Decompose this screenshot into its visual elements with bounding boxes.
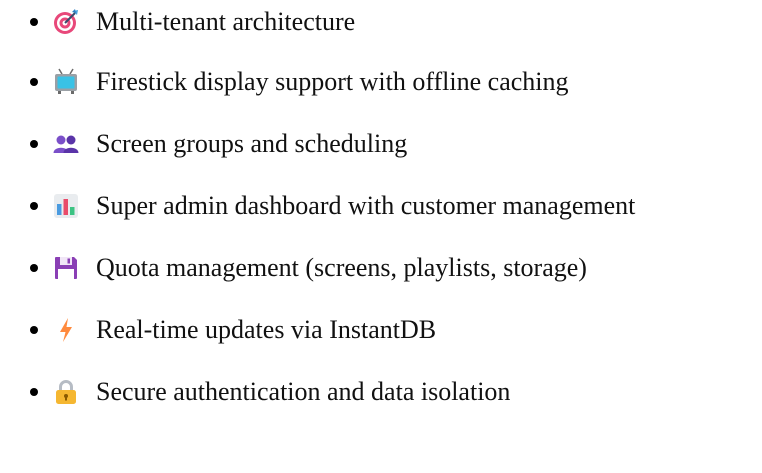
list-item: Super admin dashboard with customer mana…: [0, 186, 762, 226]
feature-label: Secure authentication and data isolation: [96, 377, 511, 406]
padlock-icon: [52, 378, 80, 406]
users-group-icon: [52, 130, 80, 158]
list-item: Firestick display support with offline c…: [0, 62, 762, 102]
list-item: Screen groups and scheduling: [0, 124, 762, 164]
feature-label: Screen groups and scheduling: [96, 129, 408, 158]
feature-label: Firestick display support with offline c…: [96, 67, 569, 96]
list-item: Secure authentication and data isolation: [0, 372, 762, 412]
feature-label: Multi-tenant architecture: [96, 7, 356, 36]
bullet-dot: [30, 264, 38, 272]
bullet-dot: [30, 388, 38, 396]
list-item: Multi-tenant architecture: [0, 2, 762, 42]
list-item: Quota management (screens, playlists, st…: [0, 248, 762, 288]
floppy-disk-icon: [52, 254, 80, 282]
page: { "features": [ { "icon": "dart-target-i…: [0, 0, 762, 473]
lightning-bolt-icon: [52, 316, 80, 344]
television-icon: [52, 68, 80, 96]
feature-label: Real-time updates via InstantDB: [96, 315, 437, 344]
feature-label: Quota management (screens, playlists, st…: [96, 253, 587, 282]
dart-target-icon: [52, 8, 80, 36]
bar-chart-icon: [52, 192, 80, 220]
bullet-dot: [30, 140, 38, 148]
bullet-dot: [30, 202, 38, 210]
bullet-dot: [30, 326, 38, 334]
feature-label: Super admin dashboard with customer mana…: [96, 191, 636, 220]
bullet-dot: [30, 18, 38, 26]
list-item: Real-time updates via InstantDB: [0, 310, 762, 350]
bullet-dot: [30, 78, 38, 86]
